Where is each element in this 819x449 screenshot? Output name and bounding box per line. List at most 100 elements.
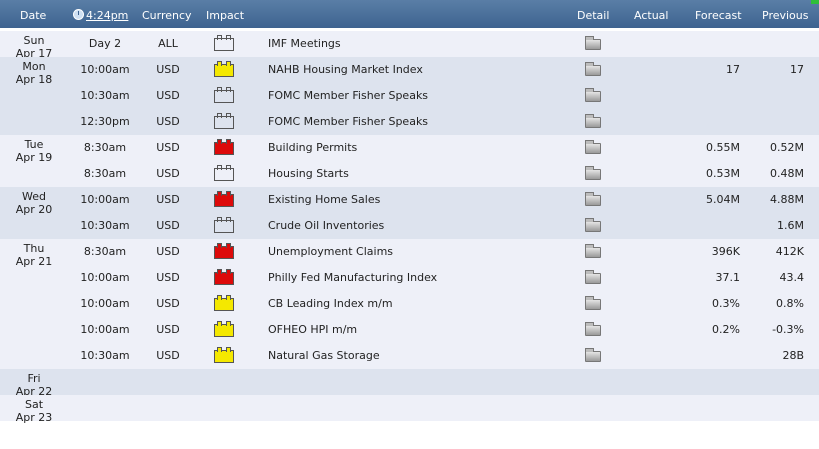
folder-icon[interactable]: [585, 140, 601, 154]
event-row[interactable]: 10:00am USD OFHEO HPI m/m 0.2% -0.3%: [0, 317, 819, 343]
event-title[interactable]: Crude Oil Inventories: [268, 213, 384, 239]
event-title[interactable]: Philly Fed Manufacturing Index: [268, 265, 437, 291]
event-previous: [742, 31, 804, 57]
event-previous: 43.4: [779, 271, 805, 284]
event-forecast: [660, 213, 740, 239]
event-forecast: 17: [726, 63, 740, 76]
event-previous: 0.8%: [776, 297, 804, 310]
event-impact: [214, 291, 236, 317]
event-impact: [214, 83, 236, 109]
event-impact: [214, 343, 236, 369]
event-currency: USD: [156, 167, 180, 180]
event-detail[interactable]: [585, 31, 603, 57]
event-title[interactable]: FOMC Member Fisher Speaks: [268, 109, 428, 135]
event-previous: [742, 83, 804, 109]
event-impact: [214, 317, 236, 343]
day-group: Thu Apr 21 8:30am USD Unemployment Claims 396…: [0, 239, 819, 369]
impact-low-icon: [214, 61, 234, 77]
event-detail[interactable]: [585, 57, 603, 83]
event-row[interactable]: 10:00am USD Existing Home Sales 5.04M 4.88M: [0, 187, 819, 213]
folder-icon[interactable]: [585, 296, 601, 310]
event-currency: USD: [156, 219, 180, 232]
event-row[interactable]: 10:00am USD CB Leading Index m/m 0.3% 0.8%: [0, 291, 819, 317]
event-currency: USD: [156, 271, 180, 284]
event-title[interactable]: CB Leading Index m/m: [268, 291, 393, 317]
event-row[interactable]: 8:30am USD Building Permits 0.55M 0.52M: [0, 135, 819, 161]
event-forecast: 37.1: [715, 271, 741, 284]
event-detail[interactable]: [585, 83, 603, 109]
event-row[interactable]: 10:30am USD Crude Oil Inventories 1.6M: [0, 213, 819, 239]
event-detail[interactable]: [585, 109, 603, 135]
folder-icon[interactable]: [585, 192, 601, 206]
event-time: 12:30pm: [80, 115, 130, 128]
event-title[interactable]: Existing Home Sales: [268, 187, 380, 213]
clock-icon: [73, 9, 84, 20]
folder-icon[interactable]: [585, 166, 601, 180]
event-previous: 412K: [775, 245, 804, 258]
event-row[interactable]: 10:30am USD Natural Gas Storage 28B: [0, 343, 819, 369]
event-previous: 4.88M: [770, 193, 804, 206]
event-row[interactable]: 8:30am USD Unemployment Claims 396K 412K: [0, 239, 819, 265]
event-row[interactable]: Day 2 ALL IMF Meetings: [0, 31, 819, 57]
impact-low-icon: [214, 347, 234, 363]
event-detail[interactable]: [585, 317, 603, 343]
event-currency: USD: [156, 89, 180, 102]
event-detail[interactable]: [585, 187, 603, 213]
event-row[interactable]: 10:00am USD Philly Fed Manufacturing Index…: [0, 265, 819, 291]
event-detail[interactable]: [585, 343, 603, 369]
event-forecast: 0.55M: [706, 141, 740, 154]
header-previous: Previous: [762, 9, 809, 22]
event-row[interactable]: 8:30am USD Housing Starts 0.53M 0.48M: [0, 161, 819, 187]
day-group: Fri Apr 22: [0, 369, 819, 398]
event-detail[interactable]: [585, 239, 603, 265]
folder-icon[interactable]: [585, 36, 601, 50]
event-time: 8:30am: [83, 167, 127, 180]
day-group: Tue Apr 19 8:30am USD Building Permits 0.55M 0…: [0, 135, 819, 187]
header-currency: Currency: [142, 9, 192, 22]
day-group: Wed Apr 20 10:00am USD Existing Home Sales 5.…: [0, 187, 819, 239]
event-detail[interactable]: [585, 291, 603, 317]
event-time: 10:00am: [80, 63, 130, 76]
event-title[interactable]: Building Permits: [268, 135, 357, 161]
header-impact: Impact: [206, 9, 245, 22]
event-forecast: 0.53M: [706, 167, 740, 180]
event-detail[interactable]: [585, 161, 603, 187]
event-impact: [214, 239, 236, 265]
folder-icon[interactable]: [585, 244, 601, 258]
folder-icon[interactable]: [585, 88, 601, 102]
header-time[interactable]: 4:24pm: [73, 0, 128, 28]
folder-icon[interactable]: [585, 270, 601, 284]
event-row[interactable]: 12:30pm USD FOMC Member Fisher Speaks: [0, 109, 819, 135]
folder-icon[interactable]: [585, 218, 601, 232]
folder-icon[interactable]: [585, 322, 601, 336]
event-forecast: [660, 83, 740, 109]
folder-icon[interactable]: [585, 62, 601, 76]
event-title[interactable]: OFHEO HPI m/m: [268, 317, 357, 343]
folder-icon[interactable]: [585, 114, 601, 128]
event-title[interactable]: FOMC Member Fisher Speaks: [268, 83, 428, 109]
event-detail[interactable]: [585, 213, 603, 239]
event-title[interactable]: Housing Starts: [268, 161, 349, 187]
event-detail[interactable]: [585, 135, 603, 161]
event-detail[interactable]: [585, 265, 603, 291]
event-forecast: [660, 109, 740, 135]
day-date-cell: Sat Apr 23: [0, 398, 68, 424]
event-currency: USD: [156, 245, 180, 258]
event-title[interactable]: Unemployment Claims: [268, 239, 393, 265]
event-impact: [214, 187, 236, 213]
event-time: 10:00am: [80, 297, 130, 310]
current-time-link[interactable]: 4:24pm: [86, 9, 128, 22]
impact-low-icon: [214, 295, 234, 311]
event-title[interactable]: IMF Meetings: [268, 31, 341, 57]
event-row[interactable]: 10:30am USD FOMC Member Fisher Speaks: [0, 83, 819, 109]
event-currency: USD: [156, 193, 180, 206]
event-time: 10:00am: [80, 323, 130, 336]
calendar-header: Date 4:24pm Currency Impact Detail Actua…: [0, 0, 819, 28]
event-row[interactable]: 10:00am USD NAHB Housing Market Index 17 17: [0, 57, 819, 83]
folder-icon[interactable]: [585, 348, 601, 362]
day-name: Fri: [27, 372, 41, 385]
event-title[interactable]: Natural Gas Storage: [268, 343, 380, 369]
event-currency: USD: [156, 349, 180, 362]
day-group: Mon Apr 18 10:00am USD NAHB Housing Market I…: [0, 57, 819, 135]
event-title[interactable]: NAHB Housing Market Index: [268, 57, 423, 83]
